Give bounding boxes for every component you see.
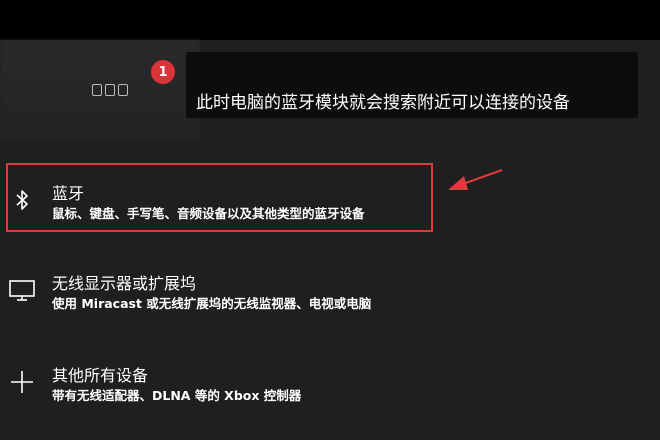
option-description: 带有无线适配器、DLNA 等的 Xbox 控制器 xyxy=(52,388,302,403)
option-bluetooth[interactable]: 蓝牙 鼠标、键盘、手写笔、音频设备以及其他类型的蓝牙设备 xyxy=(0,180,660,240)
option-title: 无线显示器或扩展坞 xyxy=(52,274,197,293)
option-description: 使用 Miracast 或无线扩展坞的无线监视器、电视或电脑 xyxy=(52,296,372,311)
annotation-tooltip: 此时电脑的蓝牙模块就会搜索附近可以连接的设备 xyxy=(186,52,638,118)
option-wireless-display[interactable]: 无线显示器或扩展坞 使用 Miracast 或无线扩展坞的无线监视器、电视或电脑 xyxy=(0,270,660,330)
step-number-badge: 1 xyxy=(151,60,175,84)
option-other-devices[interactable]: 其他所有设备 带有无线适配器、DLNA 等的 Xbox 控制器 xyxy=(0,362,660,422)
title-bar xyxy=(0,0,660,40)
option-title: 其他所有设备 xyxy=(52,366,149,385)
monitor-icon xyxy=(8,270,36,310)
plus-icon xyxy=(8,362,36,402)
device-placeholder-icon xyxy=(92,84,128,96)
tooltip-text: 此时电脑的蓝牙模块就会搜索附近可以连接的设备 xyxy=(196,93,570,113)
option-title: 蓝牙 xyxy=(52,184,85,203)
option-description: 鼠标、键盘、手写笔、音频设备以及其他类型的蓝牙设备 xyxy=(52,206,365,221)
bluetooth-icon xyxy=(8,180,36,220)
